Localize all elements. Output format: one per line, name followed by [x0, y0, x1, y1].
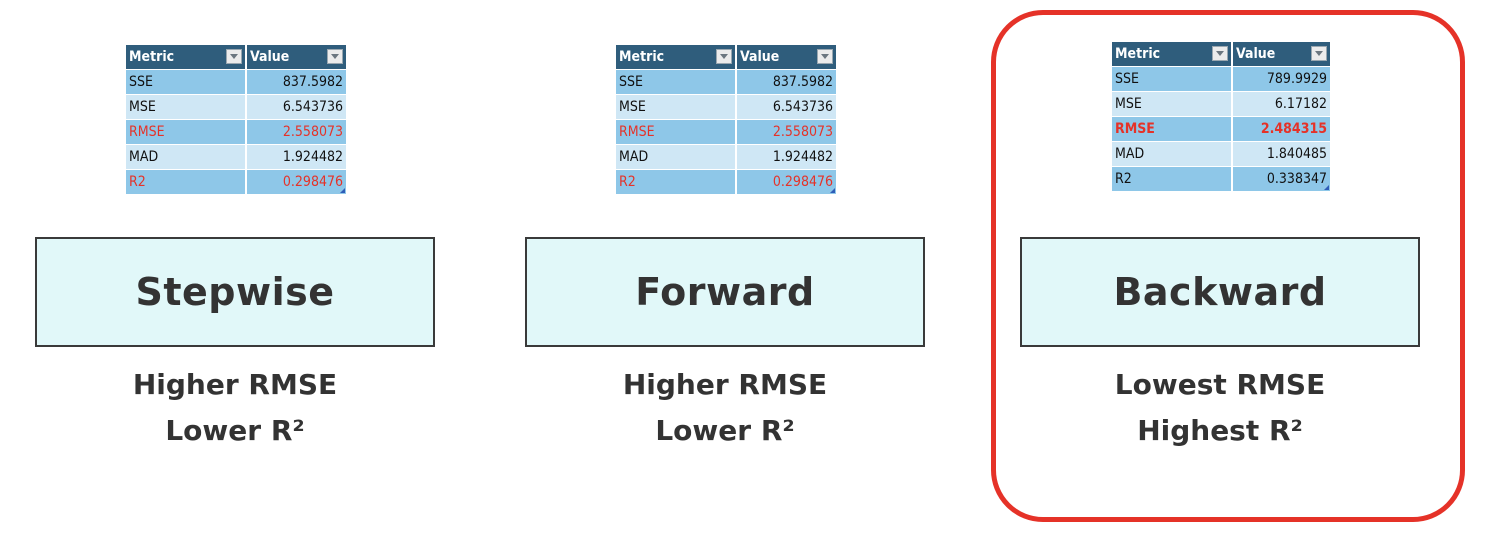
filter-dropdown-icon[interactable]: [1311, 46, 1327, 61]
value-cell: 0.298476: [736, 169, 836, 194]
caption-rmse: Higher RMSE: [622, 368, 828, 401]
value-header-label: Value: [740, 49, 780, 65]
metric-cell: MSE: [1112, 91, 1233, 117]
resize-handle-icon[interactable]: [340, 188, 345, 193]
table-row: MAD 1.840485: [1112, 141, 1330, 167]
filter-dropdown-icon[interactable]: [327, 49, 343, 64]
value-column-header[interactable]: Value: [1232, 42, 1330, 67]
metric-cell: R2: [126, 169, 247, 194]
metric-cell: MSE: [126, 94, 247, 120]
value-header-label: Value: [250, 49, 290, 65]
value-cell: 1.924482: [246, 144, 346, 170]
value-cell: 837.5982: [736, 69, 836, 95]
value-cell: 0.298476: [246, 169, 346, 194]
metric-column-header[interactable]: Metric: [126, 45, 247, 70]
metric-header-label: Metric: [1115, 46, 1161, 62]
method-box-stepwise: Stepwise: [35, 237, 435, 347]
table-row: MSE 6.543736: [126, 94, 346, 120]
table-row: SSE 789.9929: [1112, 66, 1330, 92]
caption-rmse: Lowest RMSE: [1114, 368, 1326, 401]
method-label: Backward: [1113, 270, 1327, 314]
value-cell: 0.338347: [1232, 166, 1330, 191]
method-label: Forward: [635, 270, 815, 314]
metric-cell: R2: [1112, 166, 1233, 191]
metric-cell: RMSE: [126, 119, 247, 145]
metric-cell: MAD: [1112, 141, 1233, 167]
value-cell: 2.558073: [246, 119, 346, 145]
resize-handle-icon[interactable]: [1324, 185, 1329, 190]
table-row: MAD 1.924482: [126, 144, 346, 170]
resize-handle-icon[interactable]: [830, 188, 835, 193]
value-cell: 789.9929: [1232, 66, 1330, 92]
value-cell: 2.558073: [736, 119, 836, 145]
metrics-table-backward: Metric Value SSE 789.9929 MSE 6.17182 RM…: [1112, 42, 1330, 191]
table-row: R2 0.338347: [1112, 166, 1330, 191]
metric-cell: MAD: [126, 144, 247, 170]
method-label: Stepwise: [135, 270, 335, 314]
value-cell: 837.5982: [246, 69, 346, 95]
metric-cell: SSE: [1112, 66, 1233, 92]
filter-dropdown-icon[interactable]: [226, 49, 242, 64]
filter-dropdown-icon[interactable]: [716, 49, 732, 64]
panel-stepwise: Metric Value SSE 837.5982 MSE 6.543736 R…: [35, 0, 435, 540]
table-row: MAD 1.924482: [616, 144, 836, 170]
value-cell: 6.17182: [1232, 91, 1330, 117]
table-row: RMSE 2.558073: [126, 119, 346, 145]
table-row: RMSE 2.558073: [616, 119, 836, 145]
value-cell: 1.924482: [736, 144, 836, 170]
filter-dropdown-icon[interactable]: [1212, 46, 1228, 61]
value-text: 0.338347: [1266, 171, 1327, 187]
caption-r2: Lower R²: [165, 414, 305, 447]
metric-cell: RMSE: [616, 119, 737, 145]
table-row: SSE 837.5982: [126, 69, 346, 95]
value-column-header[interactable]: Value: [246, 45, 346, 70]
panel-backward: Metric Value SSE 789.9929 MSE 6.17182 RM…: [1020, 0, 1420, 540]
value-cell: 1.840485: [1232, 141, 1330, 167]
value-header-label: Value: [1236, 46, 1276, 62]
value-cell: 6.543736: [246, 94, 346, 120]
value-text: 0.298476: [282, 174, 343, 190]
metric-cell: RMSE: [1112, 116, 1233, 142]
table-row: R2 0.298476: [616, 169, 836, 194]
value-text: 0.298476: [772, 174, 833, 190]
table-row: R2 0.298476: [126, 169, 346, 194]
metrics-table-forward: Metric Value SSE 837.5982 MSE 6.543736 R…: [616, 45, 836, 194]
metric-cell: MSE: [616, 94, 737, 120]
metric-cell: SSE: [126, 69, 247, 95]
panel-forward: Metric Value SSE 837.5982 MSE 6.543736 R…: [525, 0, 925, 540]
value-cell: 2.484315: [1232, 116, 1330, 142]
metric-column-header[interactable]: Metric: [1112, 42, 1233, 67]
metric-header-label: Metric: [129, 49, 175, 65]
method-box-backward: Backward: [1020, 237, 1420, 347]
metric-cell: R2: [616, 169, 737, 194]
table-row: MSE 6.543736: [616, 94, 836, 120]
metrics-table-stepwise: Metric Value SSE 837.5982 MSE 6.543736 R…: [126, 45, 346, 194]
table-row: RMSE 2.484315: [1112, 116, 1330, 142]
table-row: SSE 837.5982: [616, 69, 836, 95]
value-column-header[interactable]: Value: [736, 45, 836, 70]
caption-r2: Highest R²: [1137, 414, 1303, 447]
metric-cell: SSE: [616, 69, 737, 95]
caption-r2: Lower R²: [655, 414, 795, 447]
caption-rmse: Higher RMSE: [132, 368, 338, 401]
metric-header-label: Metric: [619, 49, 665, 65]
method-box-forward: Forward: [525, 237, 925, 347]
filter-dropdown-icon[interactable]: [817, 49, 833, 64]
value-cell: 6.543736: [736, 94, 836, 120]
metric-column-header[interactable]: Metric: [616, 45, 737, 70]
table-row: MSE 6.17182: [1112, 91, 1330, 117]
metric-cell: MAD: [616, 144, 737, 170]
